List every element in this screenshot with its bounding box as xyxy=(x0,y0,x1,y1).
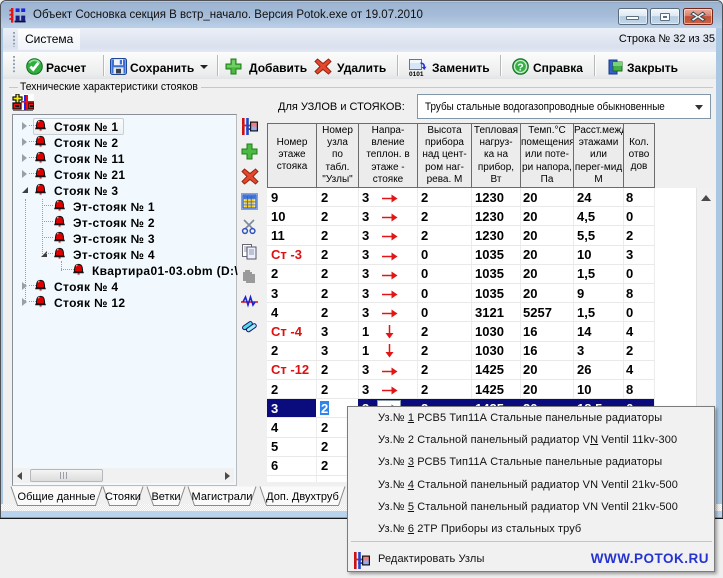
svg-text:Стояки: Стояки xyxy=(105,491,141,503)
svg-text:Ветки: Ветки xyxy=(151,491,180,503)
svg-text:Общие данные: Общие данные xyxy=(18,491,96,503)
svg-text:Магистрали: Магистрали xyxy=(192,491,253,503)
svg-text:Доп. Двухтруб: Доп. Двухтруб xyxy=(266,491,339,503)
svg-text:0101: 0101 xyxy=(409,71,424,77)
svg-text:?: ? xyxy=(517,62,523,74)
